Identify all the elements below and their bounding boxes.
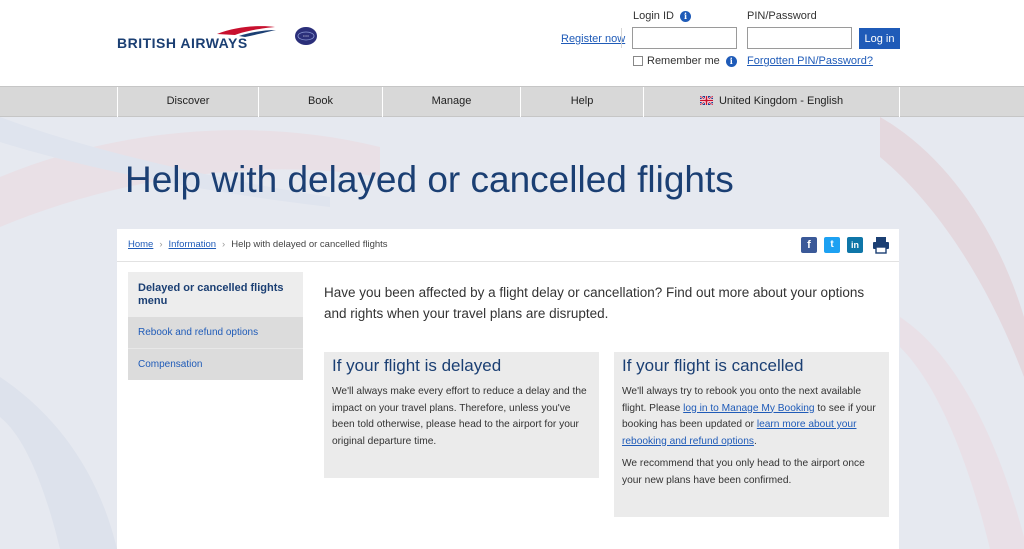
cancelled-card-note: We recommend that you only head to the a…: [622, 458, 865, 486]
print-icon[interactable]: [872, 236, 890, 254]
breadcrumb-separator-icon: ›: [222, 239, 226, 250]
side-menu: Delayed or cancelled flights menu Rebook…: [128, 272, 303, 380]
oneworld-logo[interactable]: •••: [294, 26, 318, 46]
cancelled-card: If your flight is cancelled We'll always…: [614, 352, 889, 517]
intro-text: Have you been affected by a flight delay…: [324, 285, 865, 321]
british-airways-logo[interactable]: BRITISH AIRWAYS: [117, 24, 277, 54]
nav-discover[interactable]: Discover: [117, 87, 258, 117]
twitter-icon[interactable]: t: [824, 237, 840, 253]
breadcrumb: Home › Information › Help with delayed or ca…: [128, 239, 388, 250]
cancelled-card-title: If your flight is cancelled: [622, 356, 804, 375]
breadcrumb-home[interactable]: Home: [128, 239, 153, 250]
cancelled-text-c: .: [753, 435, 757, 447]
remember-me: Remember me i: [633, 55, 737, 67]
cancelled-card-body: We'll always try to rebook you onto the …: [622, 384, 881, 450]
login-id-label-text: Login ID: [633, 10, 674, 22]
nav-manage[interactable]: Manage: [382, 87, 520, 117]
pin-input[interactable]: [747, 27, 852, 49]
delayed-card: If your flight is delayed We'll always m…: [324, 352, 599, 478]
pin-label: PIN/Password: [747, 10, 817, 22]
site-header: BRITISH AIRWAYS ••• Register now Login I…: [0, 0, 1024, 86]
nav-language-label: United Kingdom - English: [718, 95, 844, 107]
info-icon[interactable]: i: [679, 10, 691, 22]
linkedin-icon[interactable]: in: [847, 237, 863, 253]
svg-text:•••: •••: [303, 35, 309, 39]
delayed-card-body: We'll always make every effort to reduce…: [332, 386, 587, 447]
login-id-input[interactable]: [632, 27, 737, 49]
facebook-icon[interactable]: f: [801, 237, 817, 253]
breadcrumb-separator-icon: ›: [159, 239, 163, 250]
side-menu-item-rebook[interactable]: Rebook and refund options: [128, 317, 303, 348]
main-nav: Discover Book Manage Help United Kingdom…: [0, 86, 1024, 117]
uk-flag-icon: [699, 96, 713, 105]
nav-language[interactable]: United Kingdom - English: [643, 87, 900, 117]
side-menu-heading: Delayed or cancelled flights menu: [128, 272, 303, 317]
login-button[interactable]: Log in: [859, 28, 900, 49]
breadcrumb-information[interactable]: Information: [169, 239, 217, 250]
breadcrumb-current: Help with delayed or cancelled flights: [231, 239, 388, 250]
manage-booking-link[interactable]: log in to Manage My Booking: [683, 403, 814, 414]
brand-name: BRITISH AIRWAYS: [117, 35, 248, 51]
side-menu-item-compensation[interactable]: Compensation: [128, 349, 303, 380]
delayed-card-title: If your flight is delayed: [332, 356, 502, 375]
info-icon[interactable]: i: [725, 55, 737, 67]
breadcrumb-divider: [117, 261, 899, 262]
remember-me-checkbox[interactable]: [633, 56, 643, 66]
login-id-label: Login ID i: [633, 10, 691, 22]
nav-book[interactable]: Book: [258, 87, 382, 117]
page-title: Help with delayed or cancelled flights: [125, 159, 734, 200]
nav-help[interactable]: Help: [520, 87, 643, 117]
register-link[interactable]: Register now: [561, 33, 625, 45]
remember-me-label: Remember me: [647, 55, 720, 67]
header-divider: [621, 28, 622, 48]
content-panel: Home › Information › Help with delayed or ca…: [117, 229, 899, 549]
forgot-password-link[interactable]: Forgotten PIN/Password?: [747, 55, 873, 67]
